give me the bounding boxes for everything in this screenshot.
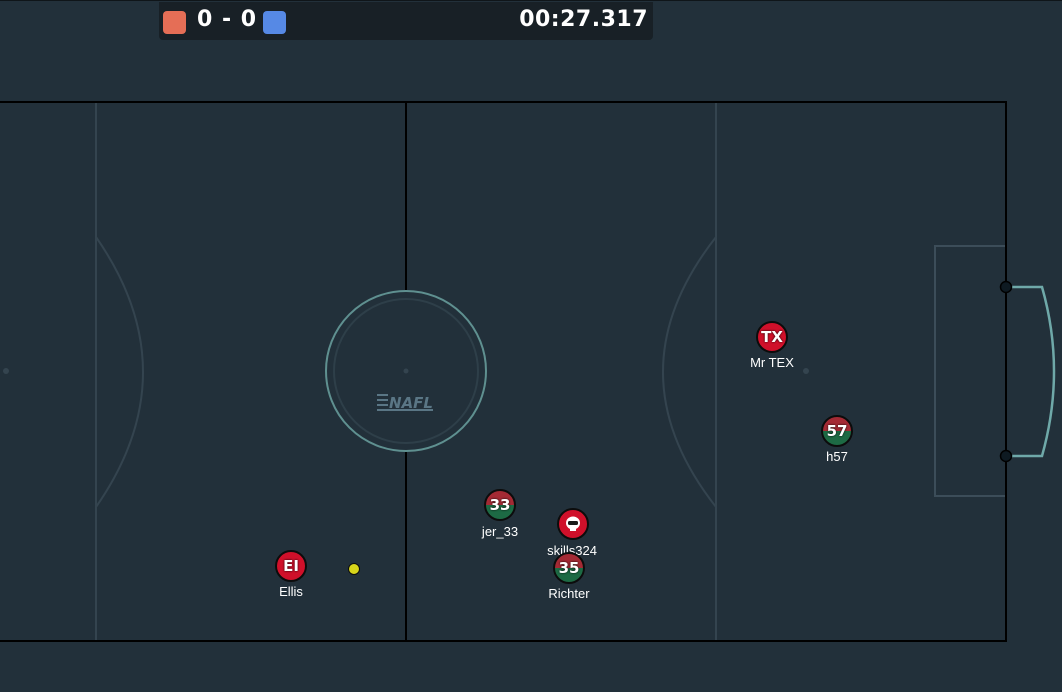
left-penalty-spot: [3, 368, 9, 374]
goal-post-top: [999, 280, 1013, 294]
player-name-h57: h57: [826, 449, 848, 464]
match-timer: 00:27.317: [519, 7, 648, 32]
goal-net: [1006, 285, 1056, 458]
blue-team-swatch: [263, 11, 286, 34]
scoreboard: 0 - 0 00:27.317: [159, 2, 653, 40]
player-ellis-avatar[interactable]: EI: [275, 550, 307, 582]
player-name-richter: Richter: [548, 586, 590, 601]
score: 0 - 0: [197, 7, 258, 32]
player-name-jer33: jer_33: [481, 524, 519, 539]
player-richter-avatar[interactable]: 35: [553, 552, 585, 584]
player-name-mrtex: Mr TEX: [750, 355, 794, 370]
player-mrtex-avatar[interactable]: TX: [756, 321, 788, 353]
pitch: NAFL: [0, 101, 1056, 642]
right-box-arc: [662, 236, 717, 508]
player-name-ellis: Ellis: [279, 584, 303, 599]
player-avatar-text: 35: [558, 559, 580, 577]
right-penalty-spot: [803, 368, 809, 374]
goal-post-bottom: [999, 449, 1013, 463]
player-avatar-text: 33: [489, 496, 511, 514]
player-avatar-text: EI: [283, 557, 299, 575]
player-jer33-avatar[interactable]: 33: [484, 489, 516, 521]
goal-area: [934, 245, 1006, 497]
player-skills324-avatar[interactable]: [557, 508, 589, 540]
ball: [348, 563, 360, 575]
player-h57-avatar[interactable]: 57: [821, 415, 853, 447]
red-team-swatch: [163, 11, 186, 34]
logo-text: NAFL: [389, 394, 433, 412]
player-avatar-text: 57: [826, 422, 848, 440]
center-spot: [403, 368, 409, 374]
skull-icon: [566, 516, 580, 531]
pitch-boundary: [0, 101, 1007, 642]
left-box-arc: [95, 236, 144, 508]
player-avatar-text: TX: [761, 328, 783, 346]
